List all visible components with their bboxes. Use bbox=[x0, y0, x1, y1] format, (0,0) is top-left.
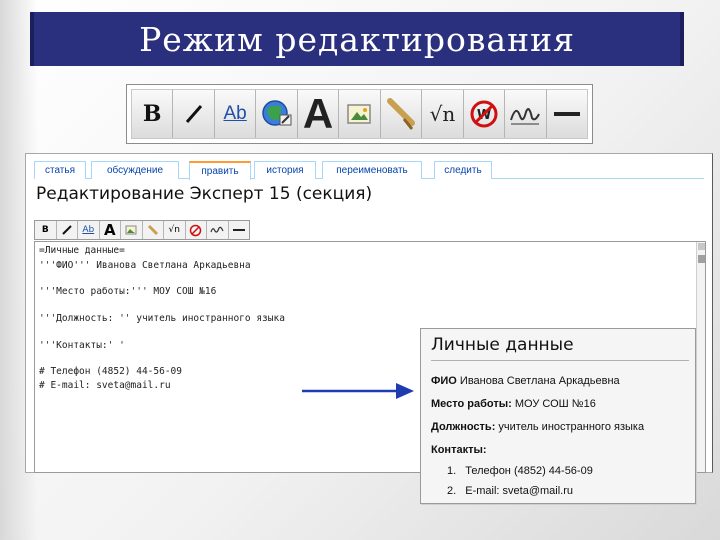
editor-line: '''Место работы:''' МОУ СОШ №16 bbox=[39, 286, 217, 297]
scroll-thumb[interactable] bbox=[698, 255, 705, 263]
external-link-icon bbox=[261, 100, 292, 126]
preview-divider bbox=[431, 360, 689, 361]
contact-phone: Телефон (4852) 44-56-09 bbox=[465, 465, 593, 477]
horizontal-line-button[interactable] bbox=[546, 90, 587, 138]
heading-icon: A bbox=[302, 90, 334, 137]
editor-line: # Телефон (4852) 44-56-09 bbox=[39, 366, 182, 377]
preview-position-label: Должность: bbox=[431, 421, 496, 433]
preview-contact-item: 2. E-mail: sveta@mail.ru bbox=[447, 485, 573, 497]
external-link-button[interactable] bbox=[256, 90, 298, 138]
scroll-up-arrow[interactable] bbox=[698, 243, 705, 250]
media-file-button-small[interactable] bbox=[143, 221, 164, 239]
nowiki-button-small[interactable] bbox=[186, 221, 207, 239]
slide-title: Режим редактирования bbox=[139, 19, 575, 59]
preview-fio-label: ФИО bbox=[431, 375, 457, 387]
slide-title-bar: Режим редактирования bbox=[30, 12, 684, 66]
contact-email: E-mail: sveta@mail.ru bbox=[465, 485, 573, 497]
math-formula-icon: √n bbox=[429, 102, 456, 126]
italic-icon bbox=[185, 105, 202, 123]
heading-button[interactable]: A bbox=[297, 90, 340, 138]
italic-button-small[interactable] bbox=[57, 221, 78, 239]
internal-link-icon: Ab bbox=[82, 225, 95, 235]
tab-history-label: история bbox=[266, 165, 304, 176]
rendered-preview: Личные данные ФИО Иванова Светлана Аркад… bbox=[420, 328, 696, 504]
wiki-edit-toolbar-small: B Ab A √n bbox=[34, 220, 250, 240]
nowiki-icon: W bbox=[470, 100, 498, 128]
preview-work-row: Место работы: МОУ СОШ №16 bbox=[431, 398, 596, 410]
horizontal-line-icon bbox=[553, 112, 580, 116]
nowiki-icon bbox=[190, 224, 202, 236]
embedded-image-button[interactable] bbox=[339, 90, 381, 138]
tab-article[interactable]: статья bbox=[34, 161, 86, 179]
signature-icon bbox=[510, 108, 541, 125]
page-tabs: статья обсуждение править история переим… bbox=[34, 161, 704, 180]
internal-link-icon: Ab bbox=[223, 103, 247, 124]
preview-contact-item: 1. Телефон (4852) 44-56-09 bbox=[447, 465, 593, 477]
embedded-image-icon bbox=[347, 104, 372, 124]
tab-watch-label: следить bbox=[444, 165, 482, 176]
horizontal-line-icon bbox=[232, 229, 245, 231]
media-file-icon bbox=[386, 98, 415, 130]
bold-icon: B bbox=[142, 101, 162, 127]
internal-link-button[interactable]: Ab bbox=[214, 90, 257, 138]
embedded-image-icon bbox=[125, 225, 137, 235]
nowiki-button[interactable]: W bbox=[463, 90, 506, 138]
signature-icon bbox=[210, 226, 224, 233]
list-number: 2. bbox=[447, 485, 457, 497]
editor-line: '''Контакты:' ' bbox=[39, 340, 125, 351]
signature-button[interactable] bbox=[505, 90, 547, 138]
bold-button-small[interactable]: B bbox=[35, 221, 57, 239]
preview-position-value: учитель иностранного языка bbox=[498, 421, 645, 433]
heading-icon: A bbox=[103, 221, 116, 239]
tab-discussion[interactable]: обсуждение bbox=[91, 161, 179, 179]
wiki-edit-toolbar-large: B Ab A √n bbox=[126, 84, 593, 144]
italic-button[interactable] bbox=[173, 90, 215, 138]
embedded-image-button-small[interactable] bbox=[121, 221, 143, 239]
tab-article-label: статья bbox=[44, 165, 75, 176]
horizontal-line-button-small[interactable] bbox=[229, 221, 250, 239]
editor-line: # E-mail: sveta@mail.ru bbox=[39, 380, 171, 391]
preview-fio-row: ФИО Иванова Светлана Аркадьевна bbox=[431, 375, 620, 387]
math-formula-icon: √n bbox=[168, 225, 180, 235]
tab-rename-label: переименовать bbox=[336, 165, 408, 176]
preview-position-row: Должность: учитель иностранного языка bbox=[431, 421, 644, 433]
internal-link-button-small[interactable]: Ab bbox=[78, 221, 100, 239]
preview-fio-value: Иванова Светлана Аркадьевна bbox=[459, 375, 620, 387]
arrow-right-icon bbox=[302, 383, 414, 399]
preview-section-title: Личные данные bbox=[431, 335, 574, 355]
signature-button-small[interactable] bbox=[207, 221, 229, 239]
math-formula-button[interactable]: √n bbox=[422, 90, 464, 138]
toolbar-button-row: B Ab A √n bbox=[131, 89, 588, 139]
tab-rename[interactable]: переименовать bbox=[322, 161, 422, 179]
italic-icon bbox=[62, 225, 72, 235]
tab-history[interactable]: история bbox=[254, 161, 316, 179]
media-file-button[interactable] bbox=[380, 90, 423, 138]
tab-discussion-label: обсуждение bbox=[106, 165, 164, 176]
tab-edit-label: править bbox=[201, 166, 239, 177]
tab-edit[interactable]: править bbox=[189, 161, 251, 180]
editor-line: =Личные данные= bbox=[39, 245, 125, 256]
preview-contacts-label: Контакты: bbox=[431, 444, 487, 456]
editor-line: '''ФИО''' Иванова Светлана Аркадьевна bbox=[39, 260, 251, 271]
bold-icon: B bbox=[41, 225, 49, 235]
list-number: 1. bbox=[447, 465, 457, 477]
math-formula-button-small[interactable]: √n bbox=[164, 221, 186, 239]
bold-button[interactable]: B bbox=[132, 90, 174, 138]
tab-watch[interactable]: следить bbox=[434, 161, 492, 179]
preview-work-label: Место работы: bbox=[431, 398, 512, 410]
heading-button-small[interactable]: A bbox=[100, 221, 121, 239]
preview-contacts-heading: Контакты: bbox=[431, 444, 487, 456]
editor-line: '''Должность: '' учитель иностранного яз… bbox=[39, 313, 285, 324]
page-heading: Редактирование Эксперт 15 (секция) bbox=[36, 184, 373, 204]
preview-work-value: МОУ СОШ №16 bbox=[514, 398, 596, 410]
editor-scrollbar[interactable] bbox=[696, 242, 705, 472]
media-file-icon bbox=[147, 224, 158, 236]
